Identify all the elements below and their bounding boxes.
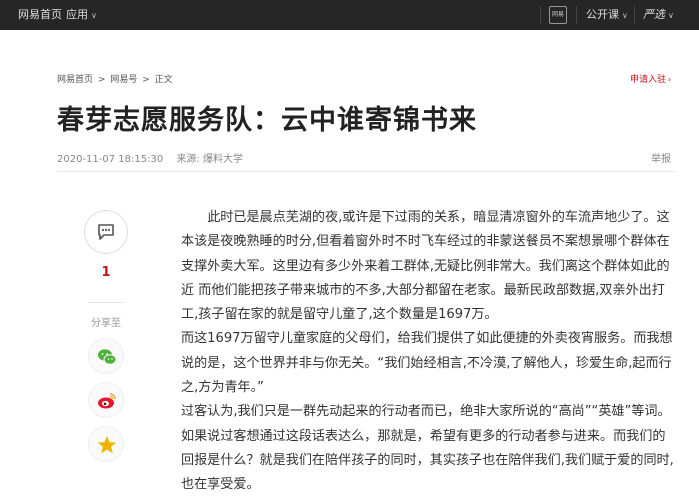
nav-apps-label: 应用 [66,8,88,21]
article-meta: 2020-11-07 18:15:30 来源: 爆料大学 [57,150,243,165]
sidebar-divider [88,302,124,303]
chevron-right-icon: › [668,75,672,84]
nav-yanxuan-label: 严选 [643,8,665,21]
nav-separator [576,6,577,24]
page-title: 春芽志愿服务队：云中谁寄锦书来 [57,105,477,136]
share-wechat-button[interactable] [88,338,124,374]
share-qzone-button[interactable] [88,426,124,462]
report-link[interactable]: 举报 [651,150,671,165]
top-nav-bar: 网易首页 应用 ∨ 网易 公开课 ∨ 严选 ∨ [0,0,699,30]
chevron-down-icon: ∨ [91,11,97,20]
nav-apps-menu[interactable]: 应用 ∨ [66,0,97,30]
share-label: 分享至 [91,318,121,329]
article-source[interactable]: 来源: 爆料大学 [176,154,243,165]
wechat-icon [98,349,117,365]
nav-open-course-menu[interactable]: 公开课 ∨ [586,0,628,30]
article-paragraph: 此时已是晨点芜湖的夜,或许是下过雨的关系，暗显清凉窗外的车流声地少了。这本该是夜… [181,210,670,323]
apply-join-label: 申请入驻 [630,75,667,85]
comment-icon [98,224,114,240]
mobile-app-icon-text: 网易 [551,11,564,18]
breadcrumb-separator: > [142,75,150,85]
breadcrumb-netease-account[interactable]: 网易号 [110,75,137,85]
nav-home-link[interactable]: 网易首页 [18,0,62,30]
article-body: 此时已是晨点芜湖的夜,或许是下过雨的关系，暗显清凉窗外的车流声地少了。这本该是夜… [181,206,677,498]
chevron-down-icon: ∨ [668,11,674,20]
comment-count[interactable]: 1 [80,265,132,280]
nav-open-course-label: 公开课 [586,8,619,21]
article-paragraph: 过客认为,我们只是一群先动起来的行动者而已，绝非大家所说的“高尚”“英雄”等词。… [181,404,674,493]
publish-date: 2020-11-07 18:15:30 [57,154,164,165]
share-weibo-button[interactable] [88,382,124,418]
comment-button[interactable] [84,210,128,254]
nav-separator [634,6,635,24]
nav-separator [540,6,541,24]
breadcrumb-home[interactable]: 网易首页 [57,75,93,85]
breadcrumb-separator: > [97,75,106,85]
weibo-icon [98,393,116,409]
chevron-down-icon: ∨ [622,11,628,20]
article-paragraph: 而这1697万留守儿童家庭的父母们，给我们提供了如此便捷的外卖夜宵服务。而我想说… [181,331,673,396]
breadcrumb-current: 正文 [154,75,173,85]
header-divider [57,171,675,172]
nav-yanxuan-menu[interactable]: 严选 ∨ [643,0,674,30]
breadcrumb: 网易首页 > 网易号 > 正文 [57,72,175,85]
mobile-app-icon[interactable]: 网易 [549,6,567,24]
star-icon [97,436,117,454]
apply-join-link[interactable]: 申请入驻 › [630,72,671,85]
